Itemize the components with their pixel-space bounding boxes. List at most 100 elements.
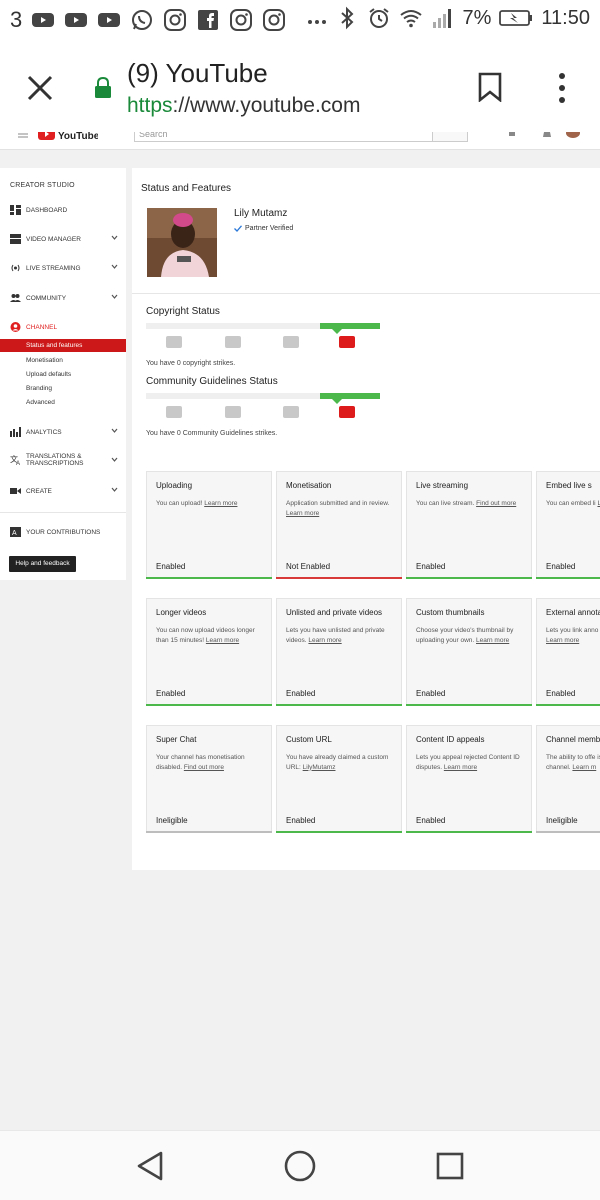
feature-card-title: Longer videos [156,608,207,617]
back-icon[interactable] [133,1149,167,1183]
browser-toolbar: (9) YouTube https://www.youtube.com [0,40,600,132]
feature-card-status: Enabled [286,689,316,698]
feature-card: External annota Lets you link anno extern… [536,598,600,706]
feature-status-bar [146,831,272,833]
search-button[interactable] [432,132,468,142]
sidebar-sub-upload-defaults[interactable]: Upload defaults [26,371,71,378]
instagram-icon [164,9,187,31]
bell-icon[interactable] [542,132,552,138]
partner-status: Partner Verified [234,225,293,232]
learn-more-link[interactable]: Learn more [546,637,579,644]
feature-card-title: Uploading [156,481,193,490]
copyright-status-title: Copyright Status [146,306,220,317]
sidebar-item-create[interactable]: CREATE [10,486,118,496]
good-standing-face-icon [339,336,355,348]
strike-pointer [332,329,342,334]
bookmark-icon[interactable] [478,72,502,102]
learn-more-link[interactable]: Learn more [444,764,477,771]
recents-icon[interactable] [433,1149,467,1183]
live-streaming-icon [11,264,20,272]
feature-card-title: Custom URL [286,735,332,744]
system-icons: 7% 11:50 [335,6,590,30]
battery-percent: 7% [462,6,492,29]
feature-card: Uploading You can upload! Learn more Enabl… [146,471,272,579]
community-strike-bar [146,393,380,399]
feature-status-bar [406,577,532,579]
chevron-down-icon [111,457,118,462]
url-text[interactable]: https://www.youtube.com [127,94,360,118]
chevron-down-icon [111,428,118,433]
feature-card-description: Choose your video's thumbnail by uploadi… [416,626,526,645]
channel-avatar [147,208,217,277]
clock: 11:50 [541,6,590,29]
close-tab-icon[interactable] [26,74,54,102]
strike-face-icon [225,406,241,418]
good-standing-face-icon [339,406,355,418]
feature-card: Custom thumbnails Choose your video's thu… [406,598,532,706]
learn-more-link[interactable]: LilyMutamz [303,764,336,771]
learn-more-link[interactable]: Find out more [184,764,224,771]
learn-more-link[interactable]: Learn more [308,637,341,644]
feature-card-title: Unlisted and private videos [286,608,383,617]
home-icon[interactable] [283,1149,317,1183]
feature-card-description-text: Application submitted and in review. [286,500,390,507]
strike-pointer [332,399,342,404]
feature-status-bar [536,831,600,833]
feature-card-title: Monetisation [286,481,332,490]
community-status-title: Community Guidelines Status [146,376,278,387]
learn-more-link[interactable]: Learn more [204,500,237,507]
sidebar-item-channel[interactable]: CHANNEL [10,322,118,332]
feature-card-status: Enabled [546,562,576,571]
signal-icon [432,9,451,28]
sidebar-sub-monetisation[interactable]: Monetisation [26,357,63,364]
learn-more-link[interactable]: Learn more [286,510,319,517]
feature-status-bar [536,704,600,706]
sidebar-item-label: TRANSLATIONS & TRANSCRIPTIONS [26,453,83,467]
search-input[interactable]: Search [134,132,434,142]
feature-status-bar [406,831,532,833]
status-bar: 3 7% 11:50 [0,0,600,40]
feature-card: Channel memb The ability to offe isn't ye… [536,725,600,833]
check-icon [234,225,242,232]
help-and-feedback-button[interactable]: Help and feedback [9,556,76,572]
feature-card-description: Lets you have unlisted and private video… [286,626,396,645]
sidebar-item-label: CHANNEL [26,323,58,331]
sidebar-item-label: VIDEO MANAGER [26,235,81,243]
sidebar-item-analytics[interactable]: ANALYTICS [10,427,118,437]
feature-card-status: Ineligible [546,816,578,825]
youtube-notification-icon [32,13,55,27]
translations-label-line1: TRANSLATIONS & [26,453,82,460]
youtube-logo[interactable]: YouTube [38,132,98,142]
sidebar-divider [0,512,126,513]
learn-more-link[interactable]: Learn m [572,764,596,771]
account-avatar[interactable] [566,132,580,138]
sidebar-item-video-manager[interactable]: VIDEO MANAGER [10,234,118,244]
sidebar-item-live-streaming[interactable]: LIVE STREAMING [10,263,118,273]
feature-card: Custom URL You have already claimed a cus… [276,725,402,833]
learn-more-link[interactable]: Learn more [476,637,509,644]
learn-more-link[interactable]: Find out more [476,500,516,507]
feature-card-description: Lets you appeal rejected Content ID disp… [416,753,526,772]
dashboard-icon [10,205,21,215]
sidebar-item-translations[interactable]: 文A TRANSLATIONS & TRANSCRIPTIONS [10,453,118,467]
page-title: (9) YouTube [127,58,268,88]
more-menu-icon[interactable] [556,72,568,104]
android-nav-bar [0,1130,600,1200]
community-note: You have 0 Community Guidelines strikes. [146,430,278,437]
sidebar-sub-status-and-features[interactable]: Status and features [0,339,126,352]
upload-icon[interactable] [507,132,517,138]
translations-label-line2: TRANSCRIPTIONS [26,460,84,467]
video-manager-icon [10,234,21,244]
sidebar-item-your-contributions[interactable]: A YOUR CONTRIBUTIONS [10,527,118,537]
sidebar-sub-branding[interactable]: Branding [26,385,52,392]
feature-card-title: Channel memb [546,735,600,744]
sidebar-item-community[interactable]: COMMUNITY [10,293,118,303]
sidebar-sub-advanced[interactable]: Advanced [26,399,55,406]
hamburger-icon[interactable] [18,133,28,139]
feature-card-description: Lets you link anno external sites or m L… [546,626,600,645]
learn-more-link[interactable]: Learn more [206,637,239,644]
feature-card-status: Not Enabled [286,562,331,571]
facebook-icon [198,10,219,30]
sidebar-item-dashboard[interactable]: DASHBOARD [10,205,118,215]
copyright-strike-bar [146,323,380,329]
